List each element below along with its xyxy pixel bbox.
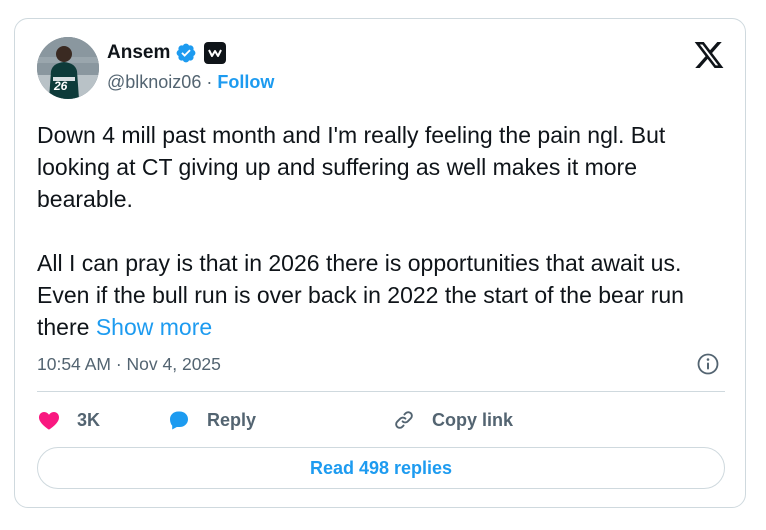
tweet-timestamp[interactable]: 10:54 AM · Nov 4, 2025	[37, 354, 221, 375]
divider	[37, 391, 725, 392]
author-handle-row: @blknoiz06 · Follow	[107, 72, 274, 93]
x-logo-icon[interactable]	[693, 39, 725, 71]
read-replies-button[interactable]: Read 498 replies	[37, 447, 725, 489]
tweet-time: 10:54 AM	[37, 354, 111, 374]
handle-separator: ·	[206, 72, 213, 92]
like-count: 3K	[77, 409, 101, 430]
author-name-row: Ansem	[107, 42, 227, 64]
show-more-link[interactable]: Show more	[96, 314, 212, 340]
heart-icon	[38, 412, 60, 430]
affiliation-badge-icon[interactable]	[204, 42, 227, 64]
reply-label: Reply	[207, 409, 257, 430]
tweet-date: Nov 4, 2025	[126, 354, 221, 374]
author-handle[interactable]: @blknoiz06	[107, 72, 201, 92]
tweet-paragraph-1: Down 4 mill past month and I'm really fe…	[37, 122, 666, 212]
link-icon	[395, 411, 413, 429]
read-replies-label: Read 498 replies	[309, 457, 453, 478]
timestamp-separator: ·	[115, 354, 122, 374]
like-button[interactable]: 3K	[37, 408, 167, 432]
copy-link-label: Copy link	[432, 409, 514, 430]
author-name[interactable]: Ansem	[107, 42, 170, 64]
reply-bubble-icon	[170, 411, 188, 430]
reply-button[interactable]: Reply	[167, 408, 392, 432]
action-bar: 3K Reply Copy link	[37, 406, 513, 434]
follow-link[interactable]: Follow	[217, 72, 274, 92]
info-icon[interactable]	[696, 352, 720, 376]
tweet-paragraph-2: All I can pray is that in 2026 there is …	[37, 247, 727, 343]
avatar[interactable]: 26	[37, 37, 99, 99]
avatar-jersey-number: 26	[53, 79, 68, 93]
verified-badge-icon	[175, 42, 197, 64]
copy-link-button[interactable]: Copy link	[392, 408, 513, 432]
tweet-text: Down 4 mill past month and I'm really fe…	[37, 119, 727, 343]
tweet-embed-card: 26 Ansem @blknoiz06 · Follow Down 4 mill…	[14, 18, 746, 508]
